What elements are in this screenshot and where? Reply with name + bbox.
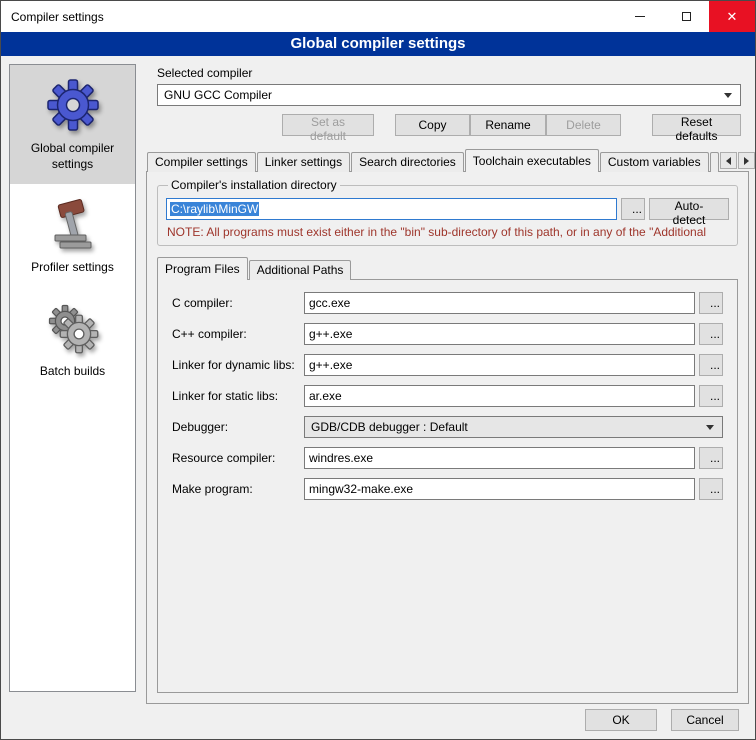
- sidebar-list: Global compiler settings Profiler settin…: [9, 64, 136, 692]
- sidebar-item-global-compiler-settings[interactable]: Global compiler settings: [10, 65, 135, 184]
- browse-button[interactable]: ...: [699, 478, 723, 500]
- field-row-debugger: Debugger: GDB/CDB debugger : Default: [172, 416, 723, 438]
- selected-compiler-value: GNU GCC Compiler: [164, 88, 718, 102]
- titlebar[interactable]: Compiler settings ✕: [1, 1, 755, 32]
- field-label: Linker for static libs:: [172, 389, 304, 403]
- sidebar-item-label: Batch builds: [40, 364, 105, 380]
- field-label: C++ compiler:: [172, 327, 304, 341]
- cancel-button[interactable]: Cancel: [671, 709, 739, 731]
- field-row-resource-compiler: Resource compiler: ...: [172, 447, 723, 469]
- maximize-button[interactable]: [663, 1, 709, 32]
- tab-linker-settings[interactable]: Linker settings: [257, 152, 350, 172]
- debugger-dropdown[interactable]: GDB/CDB debugger : Default: [304, 416, 723, 438]
- field-label: Make program:: [172, 482, 304, 496]
- installation-directory-row: C:\raylib\MinGW ... Auto-detect: [166, 198, 729, 220]
- settings-tabstrip: Compiler settings Linker settings Search…: [147, 149, 749, 172]
- dialog-footer: OK Cancel: [585, 709, 739, 731]
- field-row-static-linker: Linker for static libs: ...: [172, 385, 723, 407]
- selected-compiler-dropdown[interactable]: GNU GCC Compiler: [157, 84, 741, 106]
- program-files-panel: C compiler: ... C++ compiler: ... Linker…: [157, 279, 738, 693]
- c-compiler-input[interactable]: [304, 292, 695, 314]
- tab-compiler-settings[interactable]: Compiler settings: [147, 152, 256, 172]
- sidebar-item-label: Global compiler settings: [14, 141, 131, 172]
- programs-subtabstrip: Program Files Additional Paths: [157, 258, 738, 280]
- window-title: Compiler settings: [1, 10, 104, 24]
- minimize-button[interactable]: [617, 1, 663, 32]
- set-as-default-button[interactable]: Set as default: [282, 114, 374, 136]
- tab-custom-variables[interactable]: Custom variables: [600, 152, 709, 172]
- browse-button[interactable]: ...: [699, 323, 723, 345]
- sidebar-item-profiler-settings[interactable]: Profiler settings: [10, 184, 135, 288]
- field-label: Linker for dynamic libs:: [172, 358, 304, 372]
- tab-scroll-right-button[interactable]: [738, 152, 755, 169]
- tab-toolchain-executables[interactable]: Toolchain executables: [465, 149, 599, 172]
- bin-subdirectory-note: NOTE: All programs must exist either in …: [167, 225, 729, 239]
- minimize-icon: [635, 16, 645, 17]
- browse-button[interactable]: ...: [699, 447, 723, 469]
- installation-directory-input[interactable]: C:\raylib\MinGW: [166, 198, 617, 220]
- window-controls: ✕: [617, 1, 755, 32]
- tab-build-options[interactable]: Buil: [710, 152, 719, 172]
- compiler-actions: Set as default Copy Rename Delete Reset …: [157, 114, 741, 136]
- browse-button[interactable]: ...: [699, 354, 723, 376]
- rename-button[interactable]: Rename: [470, 114, 546, 136]
- dialog-header: Global compiler settings: [1, 32, 755, 56]
- installation-directory-group: Compiler's installation directory C:\ray…: [157, 178, 738, 246]
- blue-gear-icon: [46, 78, 100, 135]
- make-program-input[interactable]: [304, 478, 695, 500]
- tab-scroll-buttons: [720, 152, 755, 169]
- tab-scroll-left-button[interactable]: [720, 152, 737, 169]
- delete-button[interactable]: Delete: [546, 114, 621, 136]
- close-button[interactable]: ✕: [709, 1, 755, 32]
- field-label: C compiler:: [172, 296, 304, 310]
- browse-directory-button[interactable]: ...: [621, 198, 645, 220]
- selected-compiler-label: Selected compiler: [157, 66, 741, 80]
- installation-directory-group-title: Compiler's installation directory: [168, 178, 340, 192]
- field-row-dynamic-linker: Linker for dynamic libs: ...: [172, 354, 723, 376]
- reset-defaults-button[interactable]: Reset defaults: [652, 114, 741, 136]
- sidebar-item-label: Profiler settings: [31, 260, 114, 276]
- dynamic-linker-input[interactable]: [304, 354, 695, 376]
- field-row-c-compiler: C compiler: ...: [172, 292, 723, 314]
- sidebar-item-batch-builds[interactable]: Batch builds: [10, 288, 135, 392]
- field-row-make-program: Make program: ...: [172, 478, 723, 500]
- subtab-additional-paths[interactable]: Additional Paths: [249, 260, 352, 280]
- main-content: Selected compiler GNU GCC Compiler Set a…: [146, 63, 749, 704]
- field-row-cpp-compiler: C++ compiler: ...: [172, 323, 723, 345]
- static-linker-input[interactable]: [304, 385, 695, 407]
- cpp-compiler-input[interactable]: [304, 323, 695, 345]
- tab-search-directories[interactable]: Search directories: [351, 152, 464, 172]
- field-label: Debugger:: [172, 420, 304, 434]
- debugger-value: GDB/CDB debugger : Default: [311, 420, 700, 434]
- tab-scroll-left-icon: [726, 157, 731, 165]
- browse-button[interactable]: ...: [699, 292, 723, 314]
- tab-scroll-right-icon: [744, 157, 749, 165]
- subtab-program-files[interactable]: Program Files: [157, 257, 248, 280]
- toolchain-panel: Compiler's installation directory C:\ray…: [146, 171, 749, 704]
- gray-gears-icon: [46, 301, 100, 358]
- compiler-settings-dialog: Compiler settings ✕ Global compiler sett…: [0, 0, 756, 740]
- hammer-icon: [46, 197, 100, 254]
- chevron-down-icon: [706, 425, 714, 430]
- field-label: Resource compiler:: [172, 451, 304, 465]
- autodetect-button[interactable]: Auto-detect: [649, 198, 729, 220]
- installation-directory-value: C:\raylib\MinGW: [170, 202, 259, 216]
- resource-compiler-input[interactable]: [304, 447, 695, 469]
- browse-button[interactable]: ...: [699, 385, 723, 407]
- close-icon: ✕: [727, 9, 738, 25]
- copy-button[interactable]: Copy: [395, 114, 470, 136]
- maximize-icon: [682, 12, 691, 21]
- chevron-down-icon: [724, 93, 732, 98]
- ok-button[interactable]: OK: [585, 709, 657, 731]
